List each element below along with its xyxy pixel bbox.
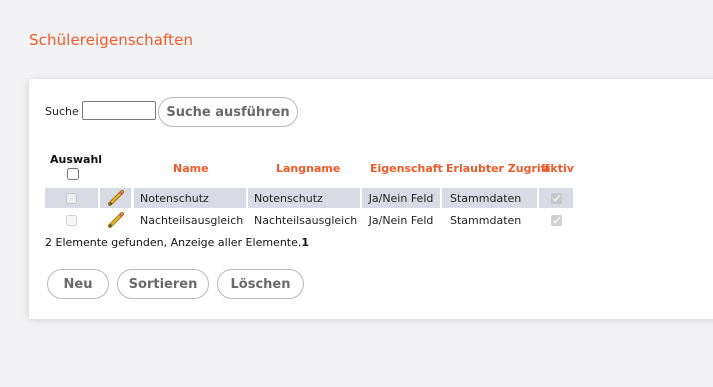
cell-zugriff: Stammdaten: [442, 210, 537, 230]
delete-button[interactable]: Löschen: [217, 269, 304, 299]
result-text: 2 Elemente gefunden, Anzeige aller Eleme…: [45, 236, 302, 249]
row-select-checkbox[interactable]: [66, 192, 77, 204]
table-row: Nachteilsausgleich Nachteilsausgleich Ja…: [45, 210, 573, 230]
new-button[interactable]: Neu: [47, 269, 109, 299]
cell-langname: Nachteilsausgleich: [248, 210, 360, 230]
aktiv-checkbox: [550, 214, 562, 226]
cell-eigenschaft: Ja/Nein Feld: [362, 210, 440, 230]
edit-button[interactable]: [100, 210, 131, 230]
header-langname[interactable]: Langname: [276, 162, 340, 175]
result-summary: 2 Elemente gefunden, Anzeige aller Eleme…: [45, 236, 309, 249]
cell-name: Notenschutz: [134, 188, 246, 208]
table-row: Notenschutz Notenschutz Ja/Nein Feld Sta…: [45, 188, 573, 208]
header-select: Auswahl: [50, 153, 103, 166]
result-page[interactable]: 1: [301, 236, 309, 249]
cell-aktiv: [539, 188, 573, 208]
row-select-checkbox[interactable]: [66, 214, 77, 226]
pencil-icon: [107, 212, 124, 228]
header-aktiv[interactable]: aktiv: [543, 162, 574, 175]
search-button[interactable]: Suche ausführen: [158, 97, 298, 127]
search-input[interactable]: [82, 101, 156, 120]
cell-eigenschaft: Ja/Nein Feld: [362, 188, 440, 208]
header-zugriff[interactable]: Erlaubter Zugriff: [446, 162, 550, 175]
cell-langname: Notenschutz: [248, 188, 360, 208]
header-eigenschaft[interactable]: Eigenschaft: [370, 162, 443, 175]
select-all-checkbox[interactable]: [67, 168, 79, 180]
pencil-icon: [107, 190, 124, 206]
edit-button[interactable]: [100, 188, 131, 208]
page-title: Schülereigenschaften: [29, 31, 194, 49]
row-select-cell: [45, 210, 98, 230]
cell-aktiv: [539, 210, 573, 230]
search-label: Suche: [45, 105, 79, 118]
main-card: Suche Suche ausführen Auswahl Name Langn…: [29, 79, 713, 319]
cell-zugriff: Stammdaten: [442, 188, 537, 208]
aktiv-checkbox: [550, 192, 562, 204]
header-name[interactable]: Name: [173, 162, 209, 175]
cell-name: Nachteilsausgleich: [134, 210, 246, 230]
sort-button[interactable]: Sortieren: [117, 269, 209, 299]
row-select-cell: [45, 188, 98, 208]
